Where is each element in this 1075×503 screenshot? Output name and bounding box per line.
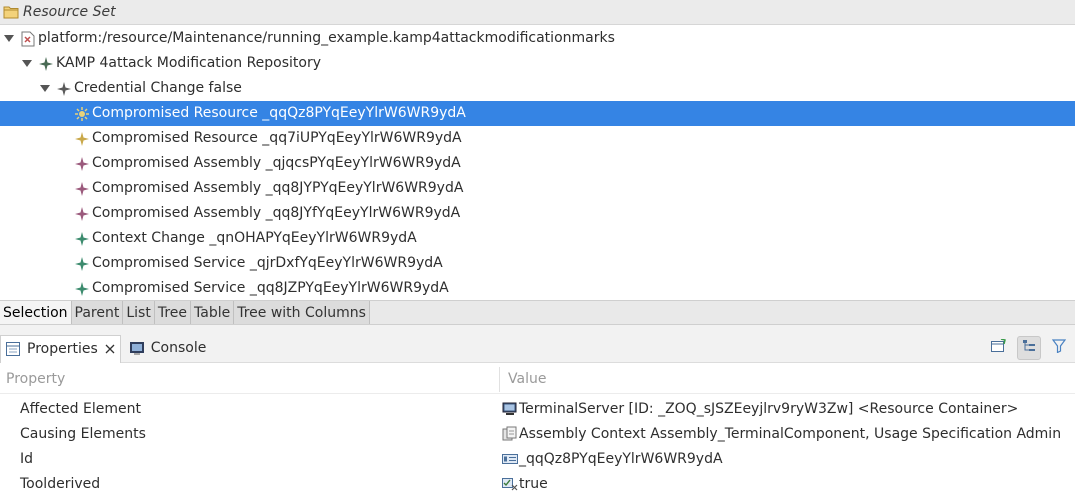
tree-item-label: Compromised Resource _qqQz8PYqEeyYlrW6WR… <box>92 105 466 121</box>
new-window-icon <box>991 338 1007 357</box>
sparkle-icon <box>74 181 90 197</box>
tree-node-credential-change[interactable]: Credential Change false <box>0 76 1075 101</box>
property-value[interactable]: TerminalServer [ID: _ZOQ_sJSZEeyjlrv9ryW… <box>502 398 1018 420</box>
property-row[interactable]: Affected Element TerminalServer [ID: _ZO… <box>0 397 1075 422</box>
tab-tree[interactable]: Tree <box>154 301 192 324</box>
tab-parent[interactable]: Parent <box>71 301 124 324</box>
tree-item[interactable]: Compromised Resource _qq7iUPYqEeyYlrW6WR… <box>0 126 1075 151</box>
boolean-icon <box>502 476 518 492</box>
tree-item[interactable]: Context Change _qnOHAPYqEeyYlrW6WR9ydA <box>0 226 1075 251</box>
filter-icon <box>1051 339 1067 357</box>
folder-icon <box>3 4 19 20</box>
model-file-icon <box>20 31 36 47</box>
tab-selection[interactable]: Selection <box>0 301 72 324</box>
view-toolbar <box>987 336 1071 360</box>
column-header-property[interactable]: Property <box>6 371 65 387</box>
tree-node-root[interactable]: platform:/resource/Maintenance/running_e… <box>0 26 1075 51</box>
resource-set-title: Resource Set <box>23 4 116 20</box>
tab-table[interactable]: Table <box>191 301 235 324</box>
tree-item[interactable]: Compromised Assembly _qq8JYfYqEeyYlrW6WR… <box>0 201 1075 226</box>
tree-item[interactable]: Compromised Assembly _qjqcsPYqEeyYlrW6WR… <box>0 151 1075 176</box>
property-row[interactable]: Causing Elements Assembly Context Assemb… <box>0 422 1075 447</box>
property-name: Toolderived <box>20 476 101 492</box>
property-value-text: _qqQz8PYqEeyYlrW6WR9ydA <box>519 451 723 467</box>
tree-item[interactable]: Compromised Service _qq8JZPYqEeyYlrW6WR9… <box>0 276 1075 300</box>
property-value[interactable]: true <box>502 473 548 495</box>
tree-node-repository[interactable]: KAMP 4attack Modification Repository <box>0 51 1075 76</box>
tree-item-label: Compromised Resource _qq7iUPYqEeyYlrW6WR… <box>92 130 462 146</box>
server-icon <box>502 401 518 417</box>
sparkle-icon <box>74 206 90 222</box>
property-row[interactable]: Toolderived true <box>0 472 1075 497</box>
tab-tree-with-columns[interactable]: Tree with Columns <box>234 301 370 324</box>
tree-node-root-label: platform:/resource/Maintenance/running_e… <box>38 30 615 46</box>
tree-item-label: Compromised Assembly _qjqcsPYqEeyYlrW6WR… <box>92 155 461 171</box>
tree-item-label: Compromised Service _qq8JZPYqEeyYlrW6WR9… <box>92 280 449 296</box>
view-tab-bar: Properties Console <box>0 334 1075 363</box>
pin-button[interactable] <box>987 336 1011 360</box>
chevron-down-icon[interactable] <box>39 83 51 95</box>
tab-properties-label: Properties <box>27 341 98 357</box>
sparkle-icon <box>56 81 72 97</box>
properties-header: Property Value <box>0 364 1075 394</box>
property-value-text: TerminalServer [ID: _ZOQ_sJSZEeyjlrv9ryW… <box>519 401 1019 417</box>
sparkle-icon <box>74 281 90 297</box>
properties-icon <box>5 341 21 357</box>
property-row[interactable]: Id _qqQz8PYqEeyYlrW6WR9ydA <box>0 447 1075 472</box>
property-name: Causing Elements <box>20 426 146 442</box>
tree-item-label: Compromised Service _qjrDxfYqEeyYlrW6WR9… <box>92 255 443 271</box>
property-value-text: true <box>519 476 548 492</box>
tab-list[interactable]: List <box>123 301 155 324</box>
tree-item-label: Compromised Assembly _qq8JYfYqEeyYlrW6WR… <box>92 205 461 221</box>
chevron-down-icon[interactable] <box>21 58 33 70</box>
resource-tree[interactable]: platform:/resource/Maintenance/running_e… <box>0 26 1075 300</box>
property-value[interactable]: Assembly Context Assembly_TerminalCompon… <box>502 423 1061 445</box>
tab-console[interactable]: Console <box>125 335 211 362</box>
tree-node-credential-change-label: Credential Change false <box>74 80 242 96</box>
column-header-value[interactable]: Value <box>508 371 546 387</box>
property-name: Affected Element <box>20 401 141 417</box>
close-icon[interactable] <box>104 343 116 355</box>
gear-icon <box>74 106 90 122</box>
elements-icon <box>502 426 518 442</box>
sparkle-icon <box>74 131 90 147</box>
sparkle-icon <box>74 231 90 247</box>
editor-page-tabs: Selection Parent List Tree Table Tree wi… <box>0 300 1075 325</box>
property-value[interactable]: _qqQz8PYqEeyYlrW6WR9ydA <box>502 448 723 470</box>
show-categories-button[interactable] <box>1017 336 1041 360</box>
panel-divider <box>0 325 1075 334</box>
properties-table: Property Value Affected Element Terminal… <box>0 364 1075 503</box>
tree-categories-icon <box>1022 339 1036 357</box>
tab-properties[interactable]: Properties <box>0 334 121 363</box>
filter-button[interactable] <box>1047 336 1071 360</box>
tree-item[interactable]: Compromised Resource _qqQz8PYqEeyYlrW6WR… <box>0 101 1075 126</box>
resource-set-header: Resource Set <box>0 0 1075 25</box>
column-separator[interactable] <box>499 367 500 392</box>
id-icon <box>502 451 518 467</box>
chevron-down-icon[interactable] <box>3 33 15 45</box>
tab-console-label: Console <box>150 340 207 356</box>
tree-item-label: Compromised Assembly _qq8JYPYqEeyYlrW6WR… <box>92 180 464 196</box>
console-icon <box>129 340 145 356</box>
sparkle-icon <box>74 156 90 172</box>
tree-item-label: Context Change _qnOHAPYqEeyYlrW6WR9ydA <box>92 230 417 246</box>
tree-node-repository-label: KAMP 4attack Modification Repository <box>56 55 322 71</box>
property-value-text: Assembly Context Assembly_TerminalCompon… <box>519 426 1062 442</box>
tree-item[interactable]: Compromised Service _qjrDxfYqEeyYlrW6WR9… <box>0 251 1075 276</box>
sparkle-icon <box>38 56 54 72</box>
sparkle-icon <box>74 256 90 272</box>
tree-item[interactable]: Compromised Assembly _qq8JYPYqEeyYlrW6WR… <box>0 176 1075 201</box>
property-name: Id <box>20 451 34 467</box>
